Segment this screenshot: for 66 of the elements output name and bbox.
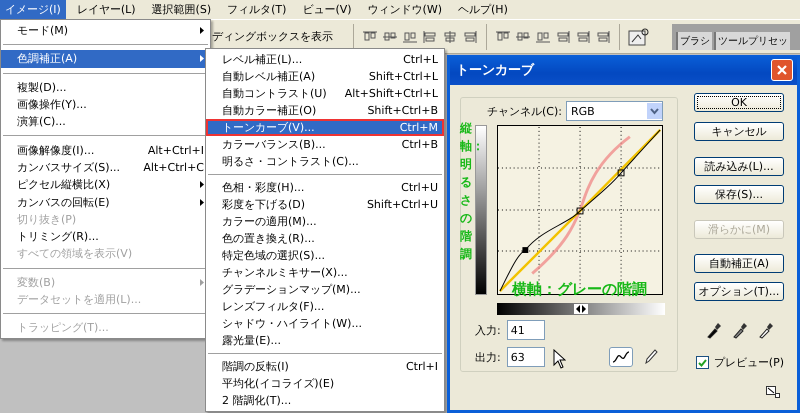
output-label: 出力:: [475, 350, 501, 364]
menu-item[interactable]: 平均化(イコライズ)(E): [206, 375, 444, 392]
align-icon[interactable]: [442, 30, 458, 44]
menu-title[interactable]: 選択範囲(S): [146, 0, 216, 19]
menu-title[interactable]: イメージ(I): [0, 0, 66, 19]
menu-item[interactable]: シャドウ・ハイライト(W)...: [206, 315, 444, 332]
align-icon[interactable]: [555, 30, 571, 44]
dialog-button[interactable]: キャンセル: [694, 122, 784, 141]
dialog-button[interactable]: 読み込み(L)...: [694, 157, 784, 176]
eyedropper-icon[interactable]: [758, 321, 774, 339]
menu-item[interactable]: モード(M): [1, 22, 210, 40]
eyedropper-icon[interactable]: [732, 321, 748, 339]
menu-item[interactable]: カラーバランス(B)... Ctrl+B: [206, 136, 444, 153]
menu-title[interactable]: ウィンドウ(W): [362, 0, 448, 19]
preview-checkbox[interactable]: [696, 356, 709, 369]
menu-title[interactable]: ビュー(V): [297, 0, 357, 19]
dialog-button[interactable]: 自動補正(A): [694, 254, 784, 273]
input-field[interactable]: 41: [506, 320, 545, 340]
toolbar-label: ディングボックスを表示: [212, 29, 333, 44]
align-icon[interactable]: [495, 30, 511, 44]
align-icon[interactable]: [515, 30, 531, 44]
pencil-icon: [644, 349, 658, 365]
menu-title[interactable]: レイヤー(L): [72, 0, 141, 19]
eyedropper-icon[interactable]: [706, 321, 722, 339]
close-icon: [776, 64, 788, 76]
palette-tab[interactable]: ツールプリセッ: [714, 32, 790, 50]
align-icon[interactable]: [595, 30, 611, 44]
align-icon[interactable]: [402, 30, 418, 44]
slider-toggle-icon[interactable]: [574, 304, 588, 314]
curve-tool-button[interactable]: [609, 347, 633, 367]
output-field[interactable]: 63: [506, 347, 545, 367]
curve-icon: [612, 350, 630, 364]
horizontal-axis-note: 横軸：グレーの階調: [512, 280, 647, 299]
menu-item[interactable]: 明るさ・コントラスト(C)...: [206, 153, 444, 170]
menu-item[interactable]: 色の置き換え(R)...: [206, 230, 444, 247]
channel-select[interactable]: RGB: [566, 101, 663, 121]
menu-item[interactable]: 2 階調化(T)...: [206, 392, 444, 409]
menu-item[interactable]: 自動コントラスト(U) Alt+Shift+Ctrl+L: [206, 85, 444, 102]
curve-graph[interactable]: [496, 125, 663, 295]
align-icon[interactable]: [575, 30, 591, 44]
input-label: 入力:: [475, 322, 501, 338]
resize-icon[interactable]: [766, 386, 780, 398]
mouse-cursor-icon: [553, 349, 566, 369]
menu-item[interactable]: 特定色域の選択(S)...: [206, 247, 444, 264]
align-icon[interactable]: [462, 30, 478, 44]
menu-item[interactable]: 自動カラー補正(O) Shift+Ctrl+B: [206, 102, 444, 119]
menu-item[interactable]: 階調の反転(I) Ctrl+I: [206, 358, 444, 375]
close-button[interactable]: [771, 59, 793, 81]
menu-title[interactable]: フィルタ(T): [222, 0, 292, 19]
menu-item[interactable]: 自動レベル補正(A) Shift+Ctrl+L: [206, 68, 444, 85]
dialog-title: トーンカーブ: [456, 62, 536, 79]
menu-item[interactable]: カラーの適用(M)...: [206, 213, 444, 230]
align-icon[interactable]: [422, 30, 438, 44]
dialog-button[interactable]: 保存(S)...: [694, 185, 784, 204]
align-icon[interactable]: [535, 30, 551, 44]
preview-label: プレビュー(P): [714, 355, 784, 370]
align-icon[interactable]: [382, 30, 398, 44]
menu-item[interactable]: レンズフィルタ(F)...: [206, 298, 444, 315]
palette-tab[interactable]: ブラシ: [676, 32, 712, 50]
align-icon[interactable]: [362, 30, 378, 44]
menu-item[interactable]: 露光量(E)...: [206, 332, 444, 349]
channel-label: チャンネル(C):: [487, 104, 562, 118]
dialog-button[interactable]: オプション(T)...: [694, 282, 784, 301]
menu-title[interactable]: ヘルプ(H): [453, 0, 513, 19]
dialog-button[interactable]: OK: [694, 93, 784, 112]
menu-item[interactable]: トーンカーブ(V)... Ctrl+M: [206, 119, 444, 136]
